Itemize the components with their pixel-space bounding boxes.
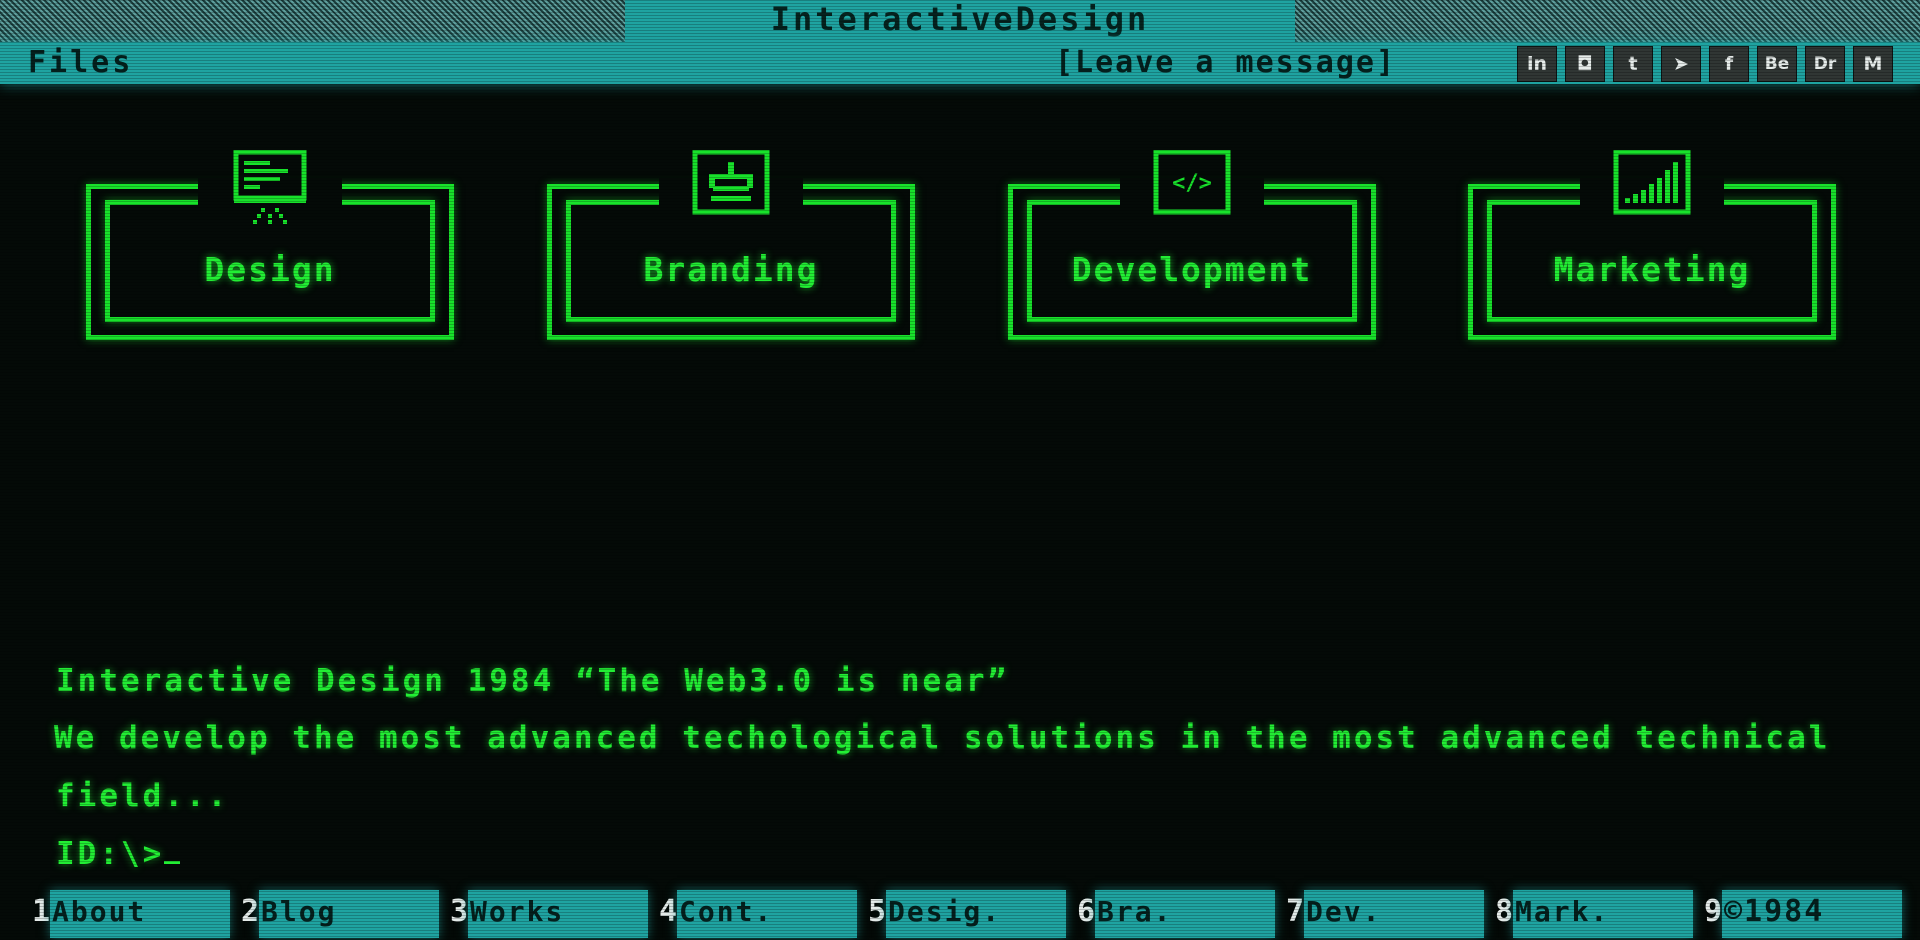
window-title: InteractiveDesign <box>625 0 1295 42</box>
fkey-label: ©1984 <box>1722 890 1902 938</box>
fkey-number: 7 <box>1285 894 1304 929</box>
fkey-number: 9 <box>1703 894 1722 929</box>
function-key-bar: 1 About 2 Blog 3 Works 4 Cont. 5 Desig. … <box>0 890 1920 940</box>
service-marketing[interactable]: Marketing <box>1468 150 1836 340</box>
service-label: Branding <box>643 250 819 289</box>
signal-bars-icon <box>1613 150 1691 215</box>
menu-bar: Files [Leave a message] in ◘ t ➤ f Be Dr… <box>0 42 1920 84</box>
dribbble-icon[interactable]: Dr <box>1805 46 1845 82</box>
instagram-icon[interactable]: ◘ <box>1565 46 1605 82</box>
medium-icon[interactable]: M <box>1853 46 1893 82</box>
terminal-screen: InteractiveDesign Files [Leave a message… <box>0 0 1920 940</box>
telegram-icon[interactable]: ➤ <box>1661 46 1701 82</box>
svg-text:</>: </> <box>1172 171 1212 196</box>
fkey-contact[interactable]: 4 Cont. <box>655 890 862 938</box>
linkedin-icon[interactable]: in <box>1517 46 1557 82</box>
service-design[interactable]: Design <box>86 150 454 340</box>
terminal-prompt[interactable]: ID:\> <box>56 836 181 872</box>
fkey-number: 2 <box>240 894 259 929</box>
prompt-text: ID:\> <box>56 836 165 872</box>
behance-icon[interactable]: Be <box>1757 46 1797 82</box>
fkey-number: 3 <box>449 894 468 929</box>
fkey-number: 8 <box>1494 894 1513 929</box>
service-branding[interactable]: Branding <box>547 150 915 340</box>
service-label: Development <box>1071 250 1313 289</box>
service-label: Marketing <box>1553 250 1751 289</box>
text-cursor <box>164 861 181 864</box>
fkey-number: 1 <box>31 894 50 929</box>
fkey-number: 5 <box>867 894 886 929</box>
service-development[interactable]: </> Development <box>1008 150 1376 340</box>
terminal-headline: Interactive Design 1984 “The Web3.0 is n… <box>56 663 1010 699</box>
fkey-label: Dev. <box>1304 890 1484 938</box>
fkey-marketing[interactable]: 8 Mark. <box>1491 890 1698 938</box>
social-links: in ◘ t ➤ f Be Dr M <box>1517 46 1893 82</box>
fkey-label: Cont. <box>677 890 857 938</box>
fkey-label: Blog <box>259 890 439 938</box>
files-menu[interactable]: Files <box>28 42 133 84</box>
fkey-label: Works <box>468 890 648 938</box>
fkey-works[interactable]: 3 Works <box>446 890 653 938</box>
monitor-presentation-icon <box>233 150 307 224</box>
fkey-label: About <box>50 890 230 938</box>
fkey-development[interactable]: 7 Dev. <box>1282 890 1489 938</box>
crown-icon <box>692 150 770 215</box>
tumblr-icon[interactable]: t <box>1613 46 1653 82</box>
fkey-design[interactable]: 5 Desig. <box>864 890 1071 938</box>
facebook-icon[interactable]: f <box>1709 46 1749 82</box>
service-label: Design <box>204 250 336 289</box>
terminal-line: We develop the most advanced techologica… <box>54 720 1831 756</box>
code-icon: </> <box>1153 150 1231 215</box>
leave-message-link[interactable]: [Leave a message] <box>1055 42 1396 84</box>
fkey-label: Mark. <box>1513 890 1693 938</box>
fkey-label: Bra. <box>1095 890 1275 938</box>
fkey-about[interactable]: 1 About <box>28 890 235 938</box>
fkey-blog[interactable]: 2 Blog <box>237 890 444 938</box>
fkey-label: Desig. <box>886 890 1066 938</box>
fkey-branding[interactable]: 6 Bra. <box>1073 890 1280 938</box>
title-bar: InteractiveDesign <box>0 0 1920 42</box>
fkey-copyright[interactable]: 9 ©1984 <box>1700 890 1907 938</box>
fkey-number: 4 <box>658 894 677 929</box>
terminal-line: field... <box>56 778 230 814</box>
fkey-number: 6 <box>1076 894 1095 929</box>
